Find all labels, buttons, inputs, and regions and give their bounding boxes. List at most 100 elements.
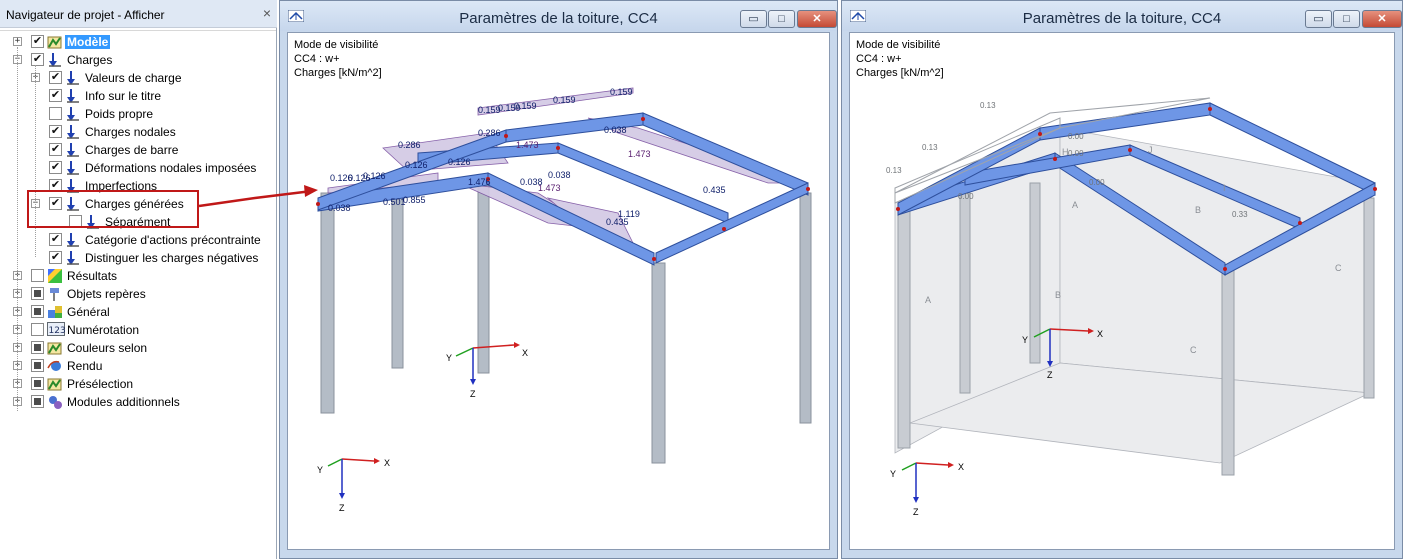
axis-x-label: X bbox=[522, 348, 528, 358]
load-value-label: 1.473 bbox=[516, 140, 539, 150]
model-view-loads[interactable]: 0.1590.1590.1590.1590.1590.2860.2860.126… bbox=[288, 33, 831, 551]
tree-item-label: Général bbox=[67, 305, 110, 319]
tree-item-label: Résultats bbox=[67, 269, 118, 283]
load-arrow-icon bbox=[65, 250, 81, 266]
window-title-bar[interactable]: Paramètres de la toiture, CC4 ▭ □ ✕ bbox=[280, 1, 837, 31]
load-value-label: 0.126 bbox=[405, 160, 428, 170]
tree-item-general[interactable]: + Général bbox=[0, 303, 276, 321]
visibility-checkbox[interactable] bbox=[31, 395, 44, 408]
tree-item-resultats[interactable]: + Résultats bbox=[0, 267, 276, 285]
addon-modules-icon bbox=[47, 394, 63, 410]
corner-axis-x-label: X bbox=[958, 462, 964, 472]
load-value-label: 0.159 bbox=[553, 95, 576, 105]
load-value-label: 0.038 bbox=[548, 170, 571, 180]
load-value-label: 0.126 bbox=[363, 171, 386, 181]
wind-zone-label: I bbox=[1223, 183, 1226, 193]
tree-item-preselection[interactable]: + Présélection bbox=[0, 375, 276, 393]
tree-item-label: Couleurs selon bbox=[67, 341, 148, 355]
tree-item-rendu[interactable]: + Rendu bbox=[0, 357, 276, 375]
close-button[interactable]: ✕ bbox=[797, 10, 837, 28]
colors-icon bbox=[47, 340, 63, 356]
load-value-label: 0.13 bbox=[886, 166, 902, 175]
load-value-label: 0.13 bbox=[980, 101, 996, 110]
wind-zone-label: B bbox=[1055, 290, 1061, 300]
maximize-button[interactable]: □ bbox=[1333, 10, 1360, 28]
general-icon bbox=[47, 304, 63, 320]
axis-z-label: Z bbox=[470, 389, 476, 399]
rendering-icon bbox=[47, 358, 63, 374]
load-value-label: 0.435 bbox=[703, 185, 726, 195]
global-axis-triad: X Y Z bbox=[890, 462, 964, 517]
graphics-viewport[interactable]: Mode de visibilité CC4 : w+ Charges [kN/… bbox=[849, 32, 1395, 550]
wind-zone-label: A bbox=[925, 295, 931, 305]
visibility-checkbox[interactable] bbox=[31, 269, 44, 282]
load-value-label: 0.33 bbox=[1232, 210, 1248, 219]
load-value-label: 0.126 bbox=[448, 157, 471, 167]
wind-zone-label: A bbox=[1072, 200, 1078, 210]
load-value-label: 0.159 bbox=[610, 87, 633, 97]
load-value-label: 0.038 bbox=[604, 125, 627, 135]
annotation-arrow bbox=[198, 185, 318, 208]
load-value-label: 0.286 bbox=[478, 128, 501, 138]
corner-axis-x-label: X bbox=[384, 458, 390, 468]
roof-parameters-window-zones[interactable]: Paramètres de la toiture, CC4 ▭ □ ✕ Mode… bbox=[841, 0, 1403, 559]
load-value-label: 1.119 bbox=[618, 209, 640, 219]
tree-item-modules-additionnels[interactable]: + Modules additionnels bbox=[0, 393, 276, 411]
tree-item-label: Distinguer les charges négatives bbox=[85, 251, 259, 265]
visibility-checkbox[interactable] bbox=[31, 323, 44, 336]
load-value-label: 1.476 bbox=[468, 177, 491, 187]
tree-item-label: Numérotation bbox=[67, 323, 140, 337]
axis-y-label: Y bbox=[446, 353, 452, 363]
load-value-label: 0.286 bbox=[398, 140, 421, 150]
maximize-button[interactable]: □ bbox=[768, 10, 795, 28]
load-value-label: 0.038 bbox=[328, 203, 351, 213]
preselection-icon bbox=[47, 376, 63, 392]
load-value-label: 1.473 bbox=[628, 149, 651, 159]
tree-item-label: Modules additionnels bbox=[67, 395, 180, 409]
visibility-checkbox[interactable] bbox=[31, 359, 44, 372]
visibility-checkbox[interactable] bbox=[31, 305, 44, 318]
corner-axis-y-label: Y bbox=[890, 469, 896, 479]
load-value-label: 0.00 bbox=[1068, 149, 1084, 158]
wind-zone-label: J bbox=[1148, 145, 1153, 155]
tree-item-numerotation[interactable]: +123 Numérotation bbox=[0, 321, 276, 339]
close-button[interactable]: ✕ bbox=[1362, 10, 1402, 28]
axis-z-label: Z bbox=[1047, 370, 1053, 380]
tree-item-label: Objets repères bbox=[67, 287, 146, 301]
window-title-bar[interactable]: Paramètres de la toiture, CC4 ▭ □ ✕ bbox=[842, 1, 1402, 31]
tree-item-distinguer-les-charges-negatives[interactable]: ✔ Distinguer les charges négatives bbox=[0, 249, 276, 267]
axis-x-label: X bbox=[1097, 329, 1103, 339]
wind-zone-label: H bbox=[1062, 147, 1069, 157]
results-icon bbox=[47, 268, 63, 284]
load-value-label: 0.855 bbox=[403, 195, 426, 205]
load-value-label: 0.00 bbox=[1089, 178, 1105, 187]
visibility-checkbox[interactable] bbox=[31, 377, 44, 390]
wind-zone-label: C bbox=[1190, 345, 1197, 355]
visibility-checkbox[interactable] bbox=[31, 341, 44, 354]
load-value-label: 0.00 bbox=[958, 192, 974, 201]
numbering-icon: 123 bbox=[47, 322, 66, 338]
load-value-label: 0.00 bbox=[1068, 132, 1084, 141]
graphics-viewport[interactable]: Mode de visibilité CC4 : w+ Charges [kN/… bbox=[287, 32, 830, 550]
minimize-button[interactable]: ▭ bbox=[1305, 10, 1332, 28]
corner-axis-z-label: Z bbox=[913, 507, 919, 517]
visibility-checkbox[interactable]: ✔ bbox=[49, 251, 62, 264]
guide-objects-icon bbox=[47, 286, 63, 302]
tree-item-label: Présélection bbox=[67, 377, 134, 391]
axis-y-label: Y bbox=[1022, 335, 1028, 345]
roof-parameters-window-loads[interactable]: Paramètres de la toiture, CC4 ▭ □ ✕ Mode… bbox=[279, 0, 838, 559]
model-view-wind-zones[interactable]: 0.13 0.13 0.13 0.00 0.00 0.00 0.00 0.33 A B C A B C H… bbox=[850, 33, 1396, 551]
minimize-button[interactable]: ▭ bbox=[740, 10, 767, 28]
corner-axis-z-label: Z bbox=[339, 503, 345, 513]
wind-zone-label: B bbox=[1195, 205, 1201, 215]
load-value-label: 0.13 bbox=[922, 143, 938, 152]
tree-item-couleurs-selon[interactable]: + Couleurs selon bbox=[0, 339, 276, 357]
visibility-checkbox[interactable] bbox=[31, 287, 44, 300]
tree-item-objets-reperes[interactable]: + Objets repères bbox=[0, 285, 276, 303]
load-value-label: 0.159 bbox=[514, 101, 537, 111]
tree-item-label: Rendu bbox=[67, 359, 103, 373]
svg-text:123: 123 bbox=[49, 326, 66, 336]
load-value-label: 0.038 bbox=[520, 177, 543, 187]
corner-axis-y-label: Y bbox=[317, 465, 323, 475]
global-axis-triad: X Y Z bbox=[317, 458, 390, 513]
